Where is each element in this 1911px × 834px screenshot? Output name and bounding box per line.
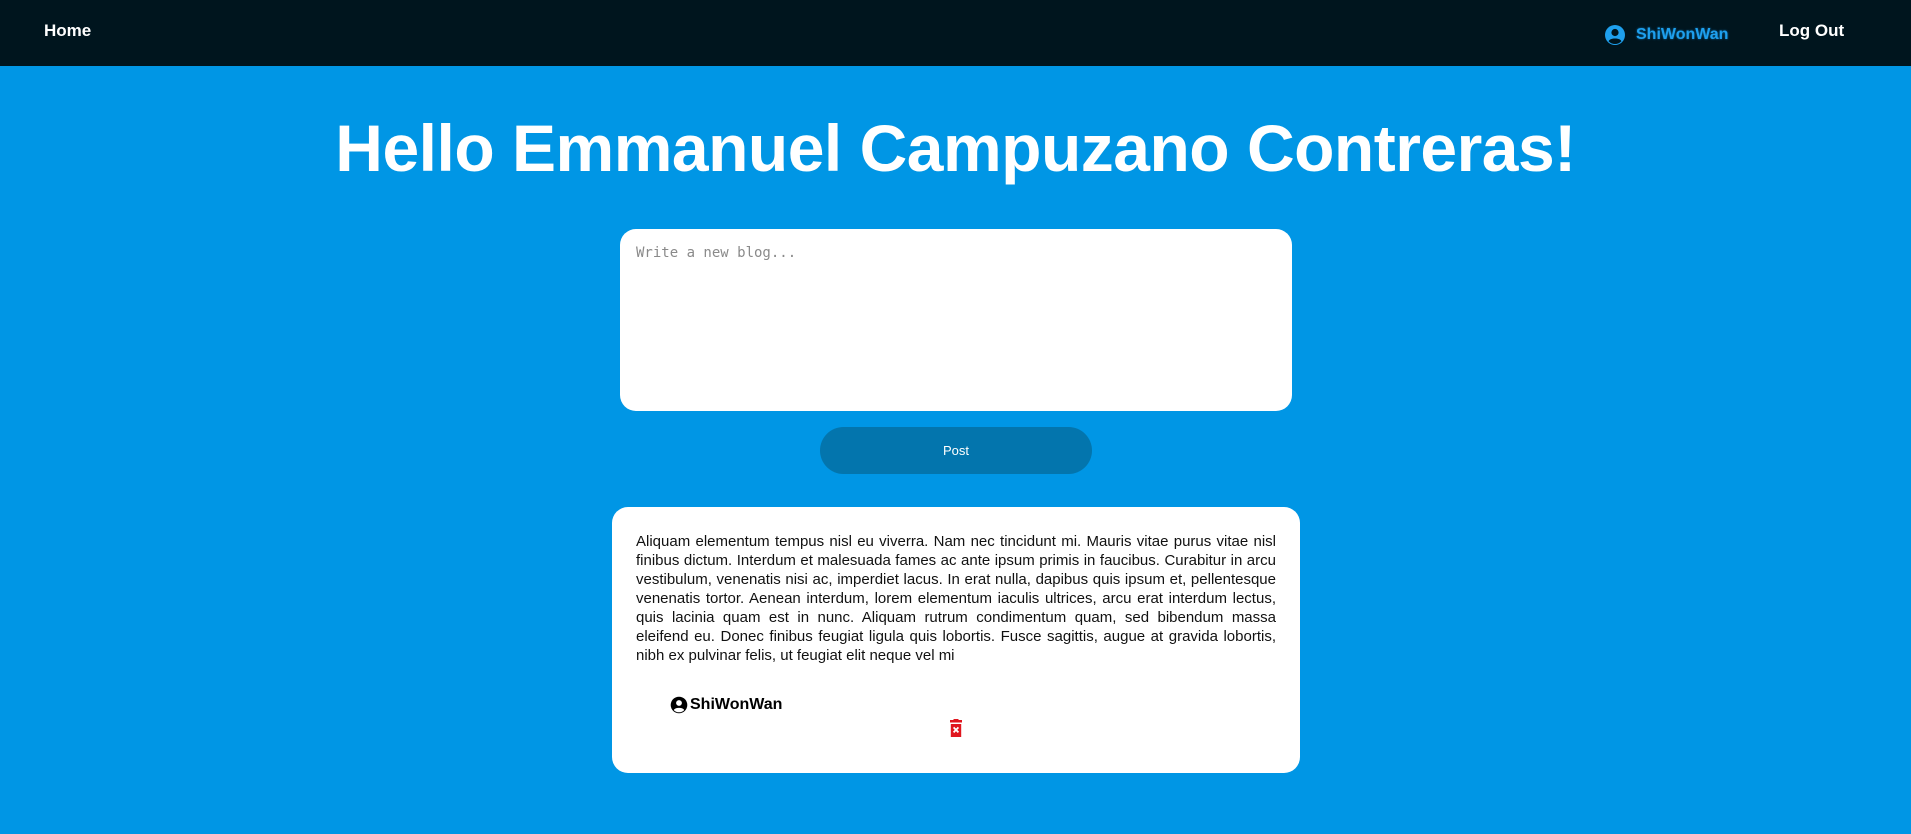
page-greeting: Hello Emmanuel Campuzano Contreras! xyxy=(335,111,1576,185)
blog-author-name: ShiWonWan xyxy=(690,696,783,713)
delete-blog-button[interactable] xyxy=(947,719,965,741)
blog-card: Aliquam elementum tempus nisl eu viverra… xyxy=(612,507,1300,773)
trash-icon xyxy=(947,719,965,744)
nav-username: ShiWonWan xyxy=(1636,26,1729,43)
user-profile-link[interactable]: ShiWonWan xyxy=(1604,24,1728,46)
blog-text: Aliquam elementum tempus nisl eu viverra… xyxy=(636,533,1276,664)
post-button[interactable]: Post xyxy=(820,427,1092,474)
new-blog-textarea[interactable] xyxy=(620,229,1292,411)
top-navbar: Home ShiWonWan Log Out xyxy=(0,0,1911,66)
user-circle-icon xyxy=(1604,24,1626,46)
logout-link[interactable]: Log Out xyxy=(1779,21,1844,41)
home-link[interactable]: Home xyxy=(44,21,91,41)
user-circle-icon xyxy=(670,696,688,714)
blog-author: ShiWonWan xyxy=(670,696,782,714)
